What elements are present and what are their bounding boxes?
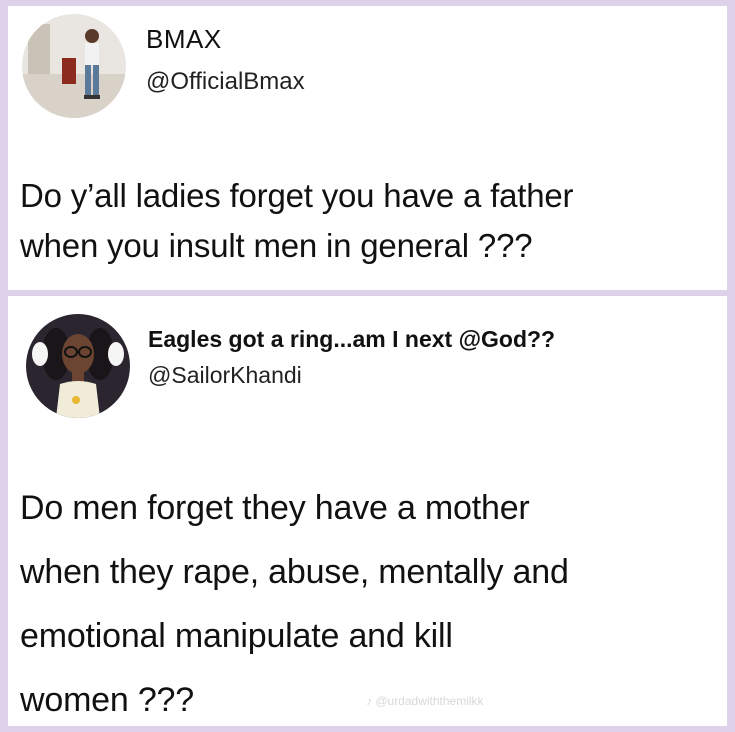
profile-photo-icon xyxy=(26,314,130,418)
tweet-text-line: when they rape, abuse, mentally and xyxy=(20,553,569,591)
avatar[interactable] xyxy=(26,314,130,418)
tweet-text-line: emotional manipulate and kill xyxy=(20,617,453,655)
tweet-text: Do y’all ladies forget you have a father… xyxy=(20,171,725,271)
tweet-text-line: Do y’all ladies forget you have a father xyxy=(20,177,574,214)
tweet-card-bmax[interactable]: BMAX @OfficialBmax Do y’all ladies forge… xyxy=(8,6,727,290)
tweet-text-line: Do men forget they have a mother xyxy=(20,489,530,527)
profile-photo-icon xyxy=(22,14,126,118)
tweet-card-sailorkhandi[interactable]: Eagles got a ring...am I next @God?? @Sa… xyxy=(8,296,727,726)
watermark: ♪ @urdadwiththemilkk xyxy=(366,694,484,708)
user-handle[interactable]: @SailorKhandi xyxy=(148,362,302,389)
tweet-text-line: when you insult men in general ??? xyxy=(20,227,533,264)
avatar[interactable] xyxy=(22,14,126,118)
display-name[interactable]: BMAX xyxy=(146,24,222,55)
display-name[interactable]: Eagles got a ring...am I next @God?? xyxy=(148,326,555,353)
user-handle[interactable]: @OfficialBmax xyxy=(146,68,305,96)
